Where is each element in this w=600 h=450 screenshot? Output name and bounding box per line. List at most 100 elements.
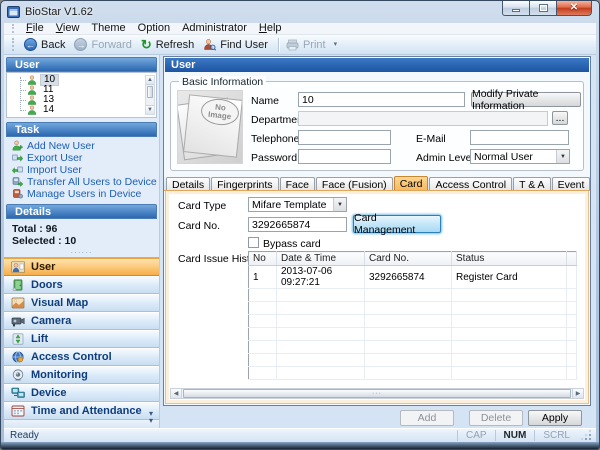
telephone-field[interactable] xyxy=(298,130,391,145)
task-label: Manage Users in Device xyxy=(27,188,141,200)
sidebar-item-monitoring[interactable]: Monitoring xyxy=(4,366,159,384)
tab-fingerprints[interactable]: Fingerprints xyxy=(211,177,278,190)
doors-icon xyxy=(11,279,25,291)
horizontal-scrollbar[interactable]: ◀ ··· ▶ xyxy=(170,388,584,399)
bypass-card-checkbox[interactable] xyxy=(248,237,259,248)
department-browse-button[interactable]: ... xyxy=(552,111,568,125)
delete-button[interactable]: Delete xyxy=(469,410,523,426)
toolbar-overflow-icon[interactable]: ▾ xyxy=(334,42,338,48)
sidebar-item-time-attendance[interactable]: Time and Attendance xyxy=(4,402,159,420)
admin-level-select[interactable]: Normal User ▼ xyxy=(470,149,570,164)
task-manage-users-in-device[interactable]: Manage Users in Device xyxy=(12,188,159,199)
column-spacer xyxy=(567,252,577,266)
card-type-select[interactable]: Mifare Template ▼ xyxy=(248,197,347,212)
sidebar-item-access-control[interactable]: Access Control xyxy=(4,348,159,366)
minimize-button[interactable] xyxy=(502,1,529,16)
status-bar: Ready CAP NUM SCRL xyxy=(4,428,596,442)
tab-face[interactable]: Face xyxy=(280,177,315,190)
tree-item-14[interactable]: 14 xyxy=(15,105,156,115)
title-bar[interactable]: BioStar V1.62 ✕ xyxy=(1,1,599,23)
tab-event[interactable]: Event xyxy=(552,177,591,190)
task-transfer-all-users[interactable]: Transfer All Users to Device xyxy=(12,176,159,187)
tab-ta[interactable]: T & A xyxy=(513,177,551,190)
password-label: Password xyxy=(251,152,297,164)
sidebar-item-visual-map[interactable]: Visual Map xyxy=(4,294,159,312)
task-label: Transfer All Users to Device xyxy=(27,176,157,188)
refresh-button[interactable]: ↻ Refresh xyxy=(138,37,200,52)
column-no[interactable]: No xyxy=(249,252,277,266)
scroll-down-icon[interactable]: ▼ xyxy=(146,105,154,114)
find-user-button[interactable]: Find User xyxy=(200,37,274,52)
sidebar-item-camera[interactable]: Camera xyxy=(4,312,159,330)
details-box: Total : 96 Selected : 10 xyxy=(4,219,159,249)
tree-item-13[interactable]: 13 xyxy=(15,95,156,105)
card-no-field[interactable] xyxy=(248,217,347,232)
sidebar-splitter[interactable]: ······ xyxy=(4,249,159,257)
menu-view[interactable]: View xyxy=(50,23,86,34)
table-row-empty xyxy=(249,341,577,354)
person-icon xyxy=(27,95,37,105)
task-export-user[interactable]: Export User xyxy=(12,152,159,163)
tab-card[interactable]: Card xyxy=(394,176,429,190)
cell-status: Register Card xyxy=(452,266,567,289)
sidebar-item-device[interactable]: Device xyxy=(4,384,159,402)
cell-no: 1 xyxy=(249,266,277,289)
back-button[interactable]: ← Back xyxy=(21,37,71,52)
card-management-button[interactable]: Card Management xyxy=(353,215,441,233)
tab-details[interactable]: Details xyxy=(166,177,210,190)
task-add-new-user[interactable]: Add New User xyxy=(12,140,159,151)
table-row-empty xyxy=(249,289,577,302)
menu-administrator[interactable]: Administrator xyxy=(176,23,253,34)
column-status[interactable]: Status xyxy=(452,252,567,266)
column-date-time[interactable]: Date & Time xyxy=(277,252,365,266)
tab-bar: Details Fingerprints Face Face (Fusion) … xyxy=(164,177,590,191)
email-label: E-Mail xyxy=(416,133,446,145)
column-card-no[interactable]: Card No. xyxy=(365,252,452,266)
sidebar-item-user[interactable]: User xyxy=(4,258,159,276)
chevron-down-icon[interactable]: ▾▾ xyxy=(149,410,153,424)
password-field[interactable] xyxy=(298,149,391,164)
menu-theme[interactable]: Theme xyxy=(85,23,131,34)
table-row[interactable]: 1 2013-07-06 09:27:21 3292665874 Registe… xyxy=(249,266,577,289)
scrollbar-thumb[interactable] xyxy=(147,86,153,98)
task-import-user[interactable]: Import User xyxy=(12,164,159,175)
add-user-icon xyxy=(12,140,23,151)
resize-grip[interactable] xyxy=(582,431,592,441)
tree-item-11[interactable]: 11 xyxy=(15,85,156,95)
forward-label: Forward xyxy=(91,39,131,51)
nav-label: Doors xyxy=(31,279,63,291)
app-icon xyxy=(7,6,20,18)
sidebar-item-doors[interactable]: Doors xyxy=(4,276,159,294)
menu-file[interactable]: File xyxy=(20,23,50,34)
add-button[interactable]: Add xyxy=(400,410,454,426)
status-text: Ready xyxy=(8,430,457,441)
basic-information-group: Basic Information No Image Name Modify P… xyxy=(170,81,584,171)
apply-button[interactable]: Apply xyxy=(528,410,582,426)
window-title: BioStar V1.62 xyxy=(25,6,93,18)
scroll-left-icon[interactable]: ◀ xyxy=(171,389,182,398)
chevron-down-icon: ▼ xyxy=(556,150,569,163)
modify-private-information-button[interactable]: Modify Private Information xyxy=(471,92,581,107)
export-user-icon xyxy=(12,152,23,163)
menu-option[interactable]: Option xyxy=(132,23,176,34)
tree-scrollbar[interactable]: ▲ ▼ xyxy=(145,75,155,115)
name-field[interactable] xyxy=(298,92,465,107)
forward-button[interactable]: → Forward xyxy=(71,37,137,52)
print-button[interactable]: Print xyxy=(283,38,332,52)
sidebar-item-lift[interactable]: Lift xyxy=(4,330,159,348)
scroll-up-icon[interactable]: ▲ xyxy=(146,76,154,85)
scroll-right-icon[interactable]: ▶ xyxy=(572,389,583,398)
tree-item-10[interactable]: 10 xyxy=(15,75,156,85)
close-button[interactable]: ✕ xyxy=(556,1,592,16)
table-header-row: No Date & Time Card No. Status xyxy=(249,252,577,266)
scrollbar-thumb[interactable]: ··· xyxy=(183,389,571,398)
card-no-label: Card No. xyxy=(178,220,220,232)
tab-access-control[interactable]: Access Control xyxy=(429,177,512,190)
app-window: BioStar V1.62 ✕ File View Theme Option A… xyxy=(0,0,600,450)
email-field[interactable] xyxy=(470,130,569,145)
maximize-button[interactable] xyxy=(529,1,556,16)
menu-help[interactable]: Help xyxy=(253,23,288,34)
tab-face-fusion[interactable]: Face (Fusion) xyxy=(316,177,393,190)
details-selected: Selected : 10 xyxy=(12,235,159,246)
department-field[interactable] xyxy=(298,111,548,126)
